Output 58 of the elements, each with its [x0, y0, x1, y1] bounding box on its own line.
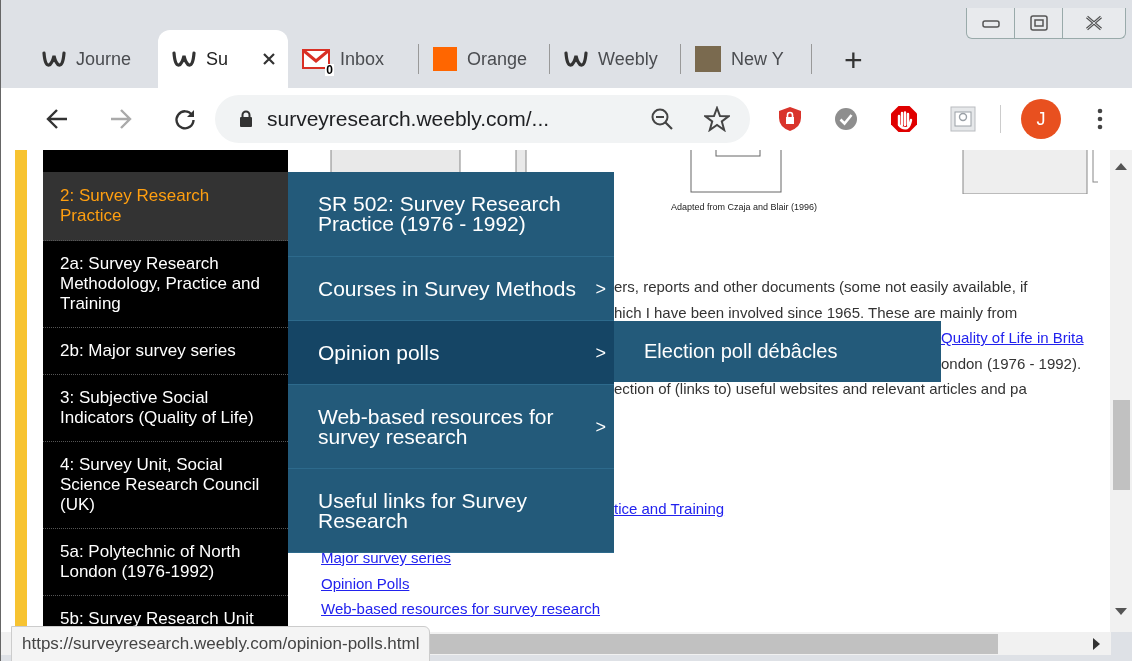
new-tab-button[interactable]: + — [838, 44, 869, 76]
menu-item[interactable]: Useful links for Survey Research — [288, 469, 614, 553]
paragraph-text: ers, reports and other documents (some not easily available, if — [614, 278, 1028, 295]
sidebar-item[interactable]: 2: Survey Research Practice — [43, 172, 288, 241]
submenu-arrow: > — [595, 342, 606, 363]
scroll-down-arrow-icon[interactable] — [1115, 608, 1127, 616]
lock-icon — [239, 110, 253, 128]
menu-icon — [1097, 108, 1103, 130]
menu-item[interactable]: Web-based resources for survey research > — [288, 385, 614, 469]
maximize-icon — [1029, 15, 1048, 31]
browser-tab[interactable]: Orange — [419, 30, 549, 88]
back-arrow-icon — [45, 108, 69, 130]
site-logo-icon — [42, 50, 66, 68]
stop-hand-icon[interactable] — [890, 105, 918, 133]
scroll-right-arrow-icon[interactable] — [1093, 637, 1101, 650]
text-link[interactable]: Web-based resources for survey research — [321, 600, 600, 617]
tab-title: Journe — [76, 48, 133, 70]
submenu-arrow: > — [595, 278, 606, 299]
check-circle-icon[interactable] — [834, 107, 858, 131]
url-text: surveyresearch.weebly.com/... — [267, 107, 550, 131]
submenu-arrow: > — [595, 416, 606, 437]
menu-item[interactable]: Opinion polls > — [288, 321, 614, 385]
browser-tab[interactable]: New Y — [681, 30, 811, 88]
text-link[interactable]: Quality of Life in Brita — [941, 329, 1084, 346]
square-logo-icon — [433, 47, 457, 71]
minimize-icon — [981, 18, 1000, 28]
paragraph-text: ection of (links to) useful websites and relevant articles and pa — [614, 380, 1027, 397]
scrollbar-thumb[interactable] — [1113, 400, 1130, 490]
forward-arrow-icon — [109, 108, 133, 130]
browser-tab[interactable]: Weebly — [550, 30, 680, 88]
paragraph-text: hich I have been involved since 1965. These are mainly from — [614, 303, 1018, 321]
browser-tab[interactable]: Journe — [28, 30, 158, 88]
scroll-up-arrow-icon[interactable] — [1115, 162, 1127, 170]
close-icon — [1085, 15, 1103, 31]
paragraph-text: ondon (1976 - 1992). — [941, 354, 1082, 372]
unread-count: 0 — [325, 64, 334, 76]
text-link[interactable]: Opinion Polls — [321, 574, 410, 592]
profile-avatar[interactable]: J — [1021, 99, 1061, 139]
menu-item[interactable]: SR 502: Survey Research Practice (1976 - 1992) — [288, 172, 614, 257]
tab-title: Orange — [467, 48, 529, 70]
site-logo-icon — [564, 50, 588, 68]
tab-title: Inbox — [340, 48, 386, 70]
browser-tab[interactable]: Su — [158, 30, 288, 88]
zoom-out-icon[interactable] — [650, 107, 674, 131]
reload-icon — [173, 107, 197, 131]
text-link[interactable]: tice and Training — [614, 499, 725, 517]
tab-title: Su — [206, 48, 230, 70]
browser-tab[interactable]: 0 Inbox — [288, 30, 418, 88]
site-logo-icon — [172, 50, 196, 68]
address-bar[interactable]: surveyresearch.weebly.com/... — [215, 95, 750, 143]
tab-title: Weebly — [598, 48, 659, 70]
status-url-tooltip: https://surveyresearch.weebly.com/opinion-polls.html — [11, 626, 431, 661]
shield-icon[interactable] — [778, 106, 802, 132]
figure-caption: Adapted from Czaja and Blair (1996) — [671, 202, 818, 212]
photo-placeholder — [695, 46, 721, 72]
menu-item[interactable]: Election poll débâcles — [614, 340, 838, 363]
tab-title: New Y — [731, 48, 785, 70]
star-icon[interactable] — [704, 106, 730, 132]
